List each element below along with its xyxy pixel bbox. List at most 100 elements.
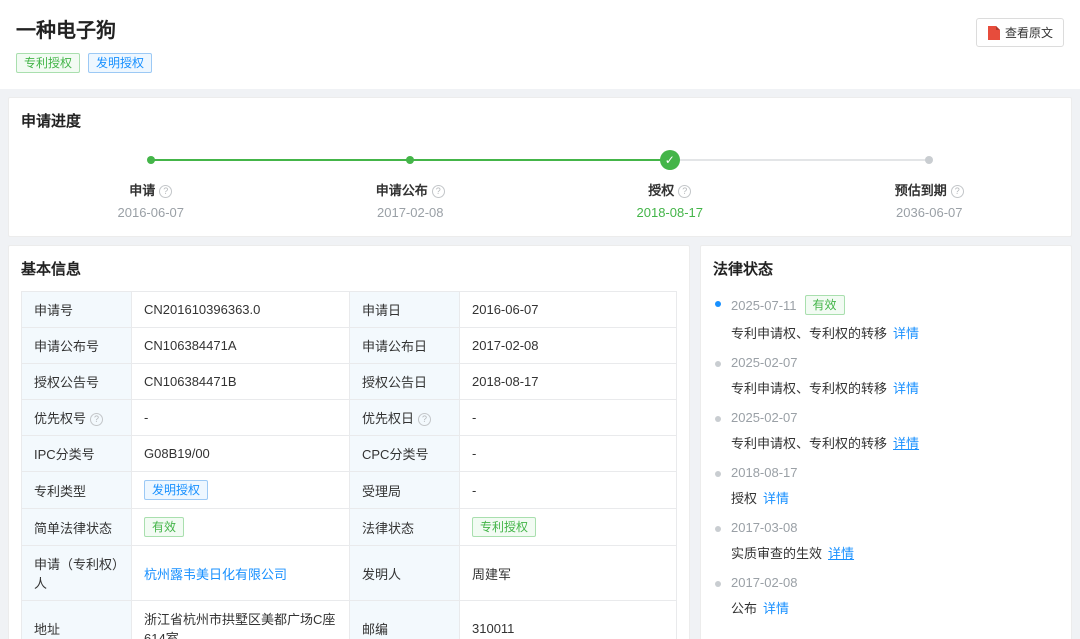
legal-status-item: 2018-08-17 授权详情 bbox=[713, 465, 1059, 520]
basic-info-row: 优先权号?-优先权日?- bbox=[22, 400, 677, 436]
step-date: 2036-06-07 bbox=[800, 205, 1060, 220]
field-value: G08B19/00 bbox=[132, 436, 350, 472]
check-icon: ✓ bbox=[660, 150, 680, 170]
header-badges: 专利授权发明授权 bbox=[16, 53, 1064, 73]
legal-date: 2025-02-07 bbox=[731, 410, 798, 425]
field-label: 申请（专利权）人 bbox=[22, 546, 132, 601]
legal-date-row: 2025-02-07 bbox=[731, 355, 1059, 370]
entity-link[interactable]: 杭州露韦美日化有限公司 bbox=[144, 567, 287, 582]
legal-date-row: 2025-02-07 bbox=[731, 410, 1059, 425]
progress-step: 预估到期? 2036-06-07 bbox=[800, 149, 1060, 220]
step-label: 预估到期 bbox=[895, 183, 947, 198]
progress-dot bbox=[147, 156, 155, 164]
help-icon[interactable]: ? bbox=[90, 413, 103, 426]
step-label: 授权 bbox=[648, 183, 674, 198]
field-value: 周建军 bbox=[460, 546, 677, 601]
basic-info-row: 简单法律状态有效法律状态专利授权 bbox=[22, 509, 677, 546]
timeline-dot bbox=[715, 526, 721, 532]
step-date: 2017-02-08 bbox=[281, 205, 541, 220]
step-label-row: 申请? bbox=[21, 180, 281, 199]
progress-track bbox=[800, 149, 1060, 171]
legal-date: 2018-08-17 bbox=[731, 465, 798, 480]
legal-text-row: 专利申请权、专利权的转移详情 bbox=[731, 433, 1059, 452]
legal-event-text: 专利申请权、专利权的转移 bbox=[731, 326, 887, 341]
basic-info-row: IPC分类号G08B19/00CPC分类号- bbox=[22, 436, 677, 472]
progress-track bbox=[281, 149, 541, 171]
help-icon[interactable]: ? bbox=[432, 185, 445, 198]
progress-line bbox=[540, 159, 670, 161]
field-label: 发明人 bbox=[350, 546, 460, 601]
help-icon[interactable]: ? bbox=[678, 185, 691, 198]
view-original-button[interactable]: 查看原文 bbox=[976, 18, 1064, 47]
progress-line bbox=[410, 159, 540, 161]
detail-link[interactable]: 详情 bbox=[893, 381, 919, 396]
step-label-row: 授权? bbox=[540, 180, 800, 199]
help-icon[interactable]: ? bbox=[951, 185, 964, 198]
legal-status-item: 2025-02-07 专利申请权、专利权的转移详情 bbox=[713, 355, 1059, 410]
step-label-row: 预估到期? bbox=[800, 180, 1060, 199]
progress-track bbox=[21, 149, 281, 171]
detail-link[interactable]: 详情 bbox=[828, 546, 854, 561]
help-icon[interactable]: ? bbox=[159, 185, 172, 198]
timeline-dot bbox=[715, 301, 721, 307]
legal-date-row: 2017-02-08 bbox=[731, 575, 1059, 590]
legal-date-row: 2017-03-08 bbox=[731, 520, 1059, 535]
field-value: CN201610396363.0 bbox=[132, 292, 350, 328]
legal-text-row: 实质审查的生效详情 bbox=[731, 543, 1059, 562]
legal-status-item: 2017-02-08 公布详情 bbox=[713, 575, 1059, 630]
legal-status-list: 2025-07-11有效专利申请权、专利权的转移详情2025-02-07专利申请… bbox=[713, 295, 1059, 630]
legal-date: 2025-02-07 bbox=[731, 355, 798, 370]
content-columns: 基本信息 申请号CN201610396363.0申请日2016-06-07申请公… bbox=[8, 245, 1072, 639]
progress-dot bbox=[406, 156, 414, 164]
legal-event-text: 授权 bbox=[731, 491, 757, 506]
timeline-dot bbox=[715, 471, 721, 477]
legal-event-text: 公布 bbox=[731, 601, 757, 616]
detail-link[interactable]: 详情 bbox=[893, 326, 919, 341]
field-label: 法律状态 bbox=[350, 509, 460, 546]
legal-text-row: 公布详情 bbox=[731, 598, 1059, 617]
field-value: 310011 bbox=[460, 601, 677, 639]
timeline-dot bbox=[715, 361, 721, 367]
legal-status-item: 2017-03-08 实质审查的生效详情 bbox=[713, 520, 1059, 575]
legal-status-title: 法律状态 bbox=[713, 258, 1059, 279]
basic-info-table: 申请号CN201610396363.0申请日2016-06-07申请公布号CN1… bbox=[21, 291, 677, 639]
application-progress-card: 申请进度 申请?2016-06-07申请公布?2017-02-08✓授权?201… bbox=[8, 97, 1072, 237]
basic-info-row: 申请号CN201610396363.0申请日2016-06-07 bbox=[22, 292, 677, 328]
page-header: 一种电子狗 专利授权发明授权 查看原文 bbox=[0, 0, 1080, 89]
legal-event-text: 专利申请权、专利权的转移 bbox=[731, 381, 887, 396]
field-label: 优先权号? bbox=[22, 400, 132, 436]
help-icon[interactable]: ? bbox=[418, 413, 431, 426]
basic-info-row: 申请公布号CN106384471A申请公布日2017-02-08 bbox=[22, 328, 677, 364]
legal-date: 2025-07-11 bbox=[731, 298, 797, 313]
field-label: 地址 bbox=[22, 601, 132, 639]
progress-track: ✓ bbox=[540, 149, 800, 171]
step-label: 申请 bbox=[129, 183, 155, 198]
basic-info-row: 申请（专利权）人杭州露韦美日化有限公司 发明人周建军 bbox=[22, 546, 677, 601]
field-value: - bbox=[460, 436, 677, 472]
field-value: CN106384471A bbox=[132, 328, 350, 364]
field-value: - bbox=[460, 400, 677, 436]
status-badge: 专利授权 bbox=[16, 53, 80, 73]
field-value: CN106384471B bbox=[132, 364, 350, 400]
field-value: 浙江省杭州市拱墅区美都广场C座614室 bbox=[132, 601, 350, 639]
detail-link[interactable]: 详情 bbox=[763, 491, 789, 506]
field-label: 申请公布日 bbox=[350, 328, 460, 364]
step-label: 申请公布 bbox=[376, 183, 428, 198]
progress-line bbox=[281, 159, 411, 161]
legal-text-row: 授权详情 bbox=[731, 488, 1059, 507]
detail-link[interactable]: 详情 bbox=[893, 436, 919, 451]
field-label: 优先权日? bbox=[350, 400, 460, 436]
legal-status-card: 法律状态 2025-07-11有效专利申请权、专利权的转移详情2025-02-0… bbox=[700, 245, 1072, 639]
progress-timeline: 申请?2016-06-07申请公布?2017-02-08✓授权?2018-08-… bbox=[21, 149, 1059, 220]
page-title: 一种电子狗 bbox=[16, 14, 1064, 43]
field-label: IPC分类号 bbox=[22, 436, 132, 472]
field-label: CPC分类号 bbox=[350, 436, 460, 472]
field-label: 受理局 bbox=[350, 472, 460, 509]
progress-step: 申请?2016-06-07 bbox=[21, 149, 281, 220]
field-label: 授权公告号 bbox=[22, 364, 132, 400]
timeline-dot bbox=[715, 581, 721, 587]
legal-text-row: 专利申请权、专利权的转移详情 bbox=[731, 323, 1059, 342]
legal-status-item: 2025-07-11有效专利申请权、专利权的转移详情 bbox=[713, 295, 1059, 355]
field-label: 邮编 bbox=[350, 601, 460, 639]
detail-link[interactable]: 详情 bbox=[763, 601, 789, 616]
